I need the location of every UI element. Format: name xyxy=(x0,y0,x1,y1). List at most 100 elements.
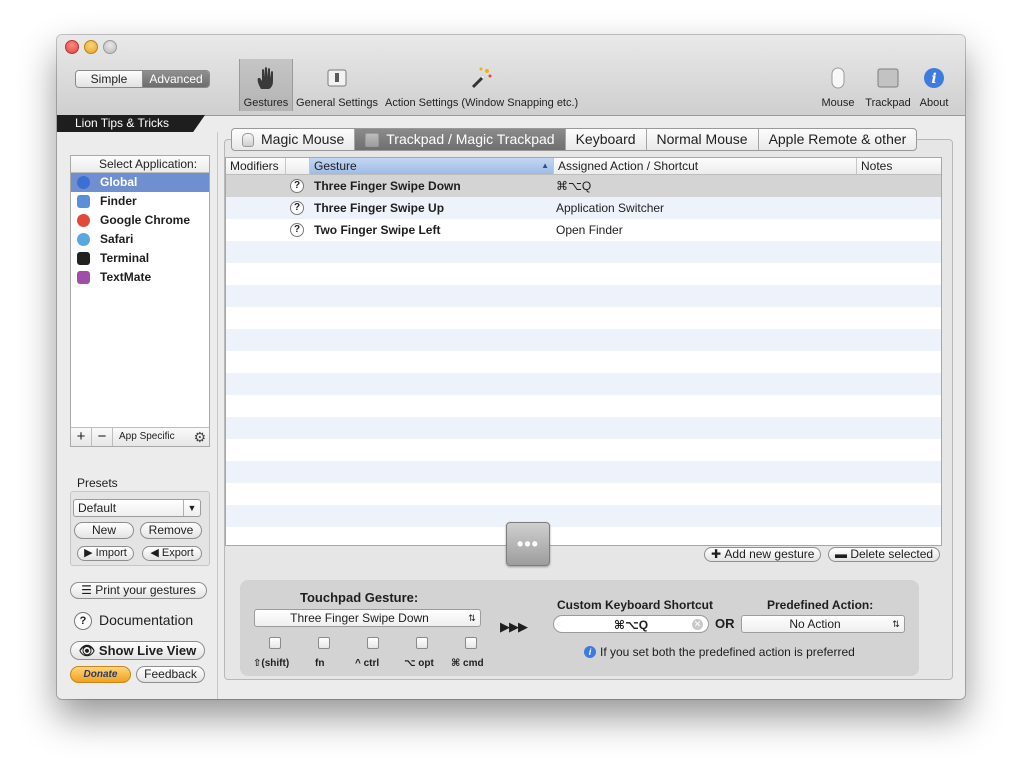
predefined-select[interactable]: No Action ⇅ xyxy=(741,615,905,633)
tab-trackpad[interactable]: Trackpad / Magic Trackpad xyxy=(355,129,566,150)
help-icon[interactable]: ? xyxy=(74,612,92,630)
app-specific-label: App Specific xyxy=(119,431,175,442)
app-item-label: Terminal xyxy=(100,251,150,265)
application-list: Select Application: Global Finder Google C… xyxy=(70,155,210,447)
app-item-terminal[interactable]: Terminal xyxy=(71,249,209,268)
shift-checkbox[interactable] xyxy=(269,637,281,649)
column-notes[interactable]: Notes xyxy=(857,158,941,174)
gear-icon[interactable]: ⚙ xyxy=(193,429,206,446)
table-row[interactable]: ? Three Finger Swipe Up Application Switch… xyxy=(226,197,941,219)
info-icon: i xyxy=(584,646,596,658)
or-label: OR xyxy=(715,616,735,631)
gesture-select[interactable]: Three Finger Swipe Down ⇅ xyxy=(254,609,481,627)
gesture-table: Modifiers Gesture ▲ Assigned Action / Sho… xyxy=(225,157,942,546)
tab-magic-mouse[interactable]: Magic Mouse xyxy=(232,129,356,150)
toolbar-about[interactable]: i About xyxy=(915,59,953,111)
column-action[interactable]: Assigned Action / Shortcut xyxy=(554,158,857,174)
back-arrow-icon: ◀ xyxy=(150,547,162,559)
add-app-button[interactable]: + xyxy=(71,428,92,446)
toolbar-trackpad-label: Trackpad xyxy=(865,97,911,109)
remove-app-button[interactable]: − xyxy=(92,428,113,446)
resize-grip[interactable]: ••• xyxy=(506,522,550,566)
chrome-icon xyxy=(77,214,90,227)
minimize-button[interactable] xyxy=(84,40,98,54)
live-view-button[interactable]: 👁 Show Live View xyxy=(70,641,205,660)
trackpad-icon xyxy=(365,132,380,147)
app-item-safari[interactable]: Safari xyxy=(71,230,209,249)
cmd-label: ⌘ cmd xyxy=(451,658,484,669)
table-row[interactable]: ? Three Finger Swipe Down ⌘⌥Q xyxy=(226,175,941,197)
info-icon: i xyxy=(921,65,947,91)
cmd-checkbox[interactable] xyxy=(465,637,477,649)
ctrl-checkbox[interactable] xyxy=(367,637,379,649)
help-icon[interactable]: ? xyxy=(290,179,304,193)
tab-keyboard[interactable]: Keyboard xyxy=(566,129,647,150)
close-button[interactable] xyxy=(65,40,79,54)
delete-selected-button[interactable]: ▬ Delete selected xyxy=(828,547,941,562)
svg-text:i: i xyxy=(931,71,936,87)
add-gesture-label: Add new gesture xyxy=(724,547,815,561)
import-button[interactable]: ▶ Import xyxy=(77,546,134,561)
column-gesture-label: Gesture xyxy=(314,159,357,173)
column-modifiers[interactable]: Modifiers xyxy=(226,158,286,174)
table-row[interactable]: ? Two Finger Swipe Left Open Finder xyxy=(226,219,941,241)
play-icon: ▶ xyxy=(84,547,96,559)
toolbar-general-settings-label: General Settings xyxy=(296,97,378,109)
gesture-select-value: Three Finger Swipe Down xyxy=(290,611,429,625)
toolbar-general-settings[interactable]: General Settings xyxy=(295,59,379,111)
globe-icon xyxy=(77,176,90,189)
updown-icon: ⇅ xyxy=(892,619,900,629)
action-cell: ⌘⌥Q xyxy=(556,179,592,193)
shortcut-field[interactable]: ⌘⌥Q ✕ xyxy=(553,615,709,633)
clear-icon[interactable]: ✕ xyxy=(692,619,703,630)
fn-label: fn xyxy=(315,658,325,669)
opt-checkbox[interactable] xyxy=(416,637,428,649)
print-gestures-button[interactable]: ☰ Print your gestures xyxy=(70,582,207,599)
toolbar-gestures[interactable]: Gestures xyxy=(239,59,293,111)
export-button[interactable]: ◀ Export xyxy=(142,546,202,561)
fn-checkbox[interactable] xyxy=(318,637,330,649)
toolbar-action-settings[interactable]: Action Settings (Window Snapping etc.) xyxy=(385,59,578,111)
live-view-label: Show Live View xyxy=(98,643,197,658)
app-item-finder[interactable]: Finder xyxy=(71,192,209,211)
app-item-label: TextMate xyxy=(100,270,152,284)
help-icon[interactable]: ? xyxy=(290,223,304,237)
table-row xyxy=(226,329,941,351)
app-window: Simple Advanced Gestures General Setting… xyxy=(57,35,965,699)
ctrl-label: ^ ctrl xyxy=(355,658,380,669)
new-preset-button[interactable]: New xyxy=(74,522,134,539)
magic-mouse-icon xyxy=(242,132,254,147)
toolbar-about-label: About xyxy=(919,97,949,109)
simple-mode-button[interactable]: Simple xyxy=(76,71,143,87)
toolbar-trackpad[interactable]: Trackpad xyxy=(861,59,915,111)
app-item-google-chrome[interactable]: Google Chrome xyxy=(71,211,209,230)
donate-button[interactable]: Donate xyxy=(70,666,131,683)
app-item-global[interactable]: Global xyxy=(71,173,209,192)
column-gesture[interactable]: Gesture ▲ xyxy=(310,158,554,174)
toolbar-mouse[interactable]: Mouse xyxy=(817,59,859,111)
export-label: Export xyxy=(161,547,194,559)
predefined-select-value: No Action xyxy=(789,617,841,631)
gesture-cell: Three Finger Swipe Up xyxy=(314,201,445,215)
tips-ribbon[interactable]: Lion Tips & Tricks xyxy=(57,115,205,132)
tab-normal-mouse[interactable]: Normal Mouse xyxy=(647,129,759,150)
app-item-textmate[interactable]: TextMate xyxy=(71,268,209,287)
finder-icon xyxy=(77,195,90,208)
table-row xyxy=(226,417,941,439)
delete-selected-label: Delete selected xyxy=(850,547,934,561)
plus-icon: ✚ xyxy=(711,547,725,561)
documentation-link[interactable]: Documentation xyxy=(99,612,193,628)
advanced-mode-button[interactable]: Advanced xyxy=(143,71,209,87)
feedback-button[interactable]: Feedback xyxy=(136,666,205,683)
predefined-title: Predefined Action: xyxy=(767,598,874,612)
tab-apple-remote[interactable]: Apple Remote & other xyxy=(759,129,917,150)
eye-icon: 👁 xyxy=(78,643,99,658)
sidebar-divider xyxy=(217,132,218,699)
gesture-cell: Two Finger Swipe Left xyxy=(314,223,441,237)
help-icon[interactable]: ? xyxy=(290,201,304,215)
remove-preset-button[interactable]: Remove xyxy=(140,522,202,539)
zoom-button[interactable] xyxy=(103,40,117,54)
add-gesture-button[interactable]: ✚ Add new gesture xyxy=(704,547,822,562)
presets-label: Presets xyxy=(77,476,118,490)
preset-select[interactable]: Default ▼ xyxy=(73,499,201,517)
